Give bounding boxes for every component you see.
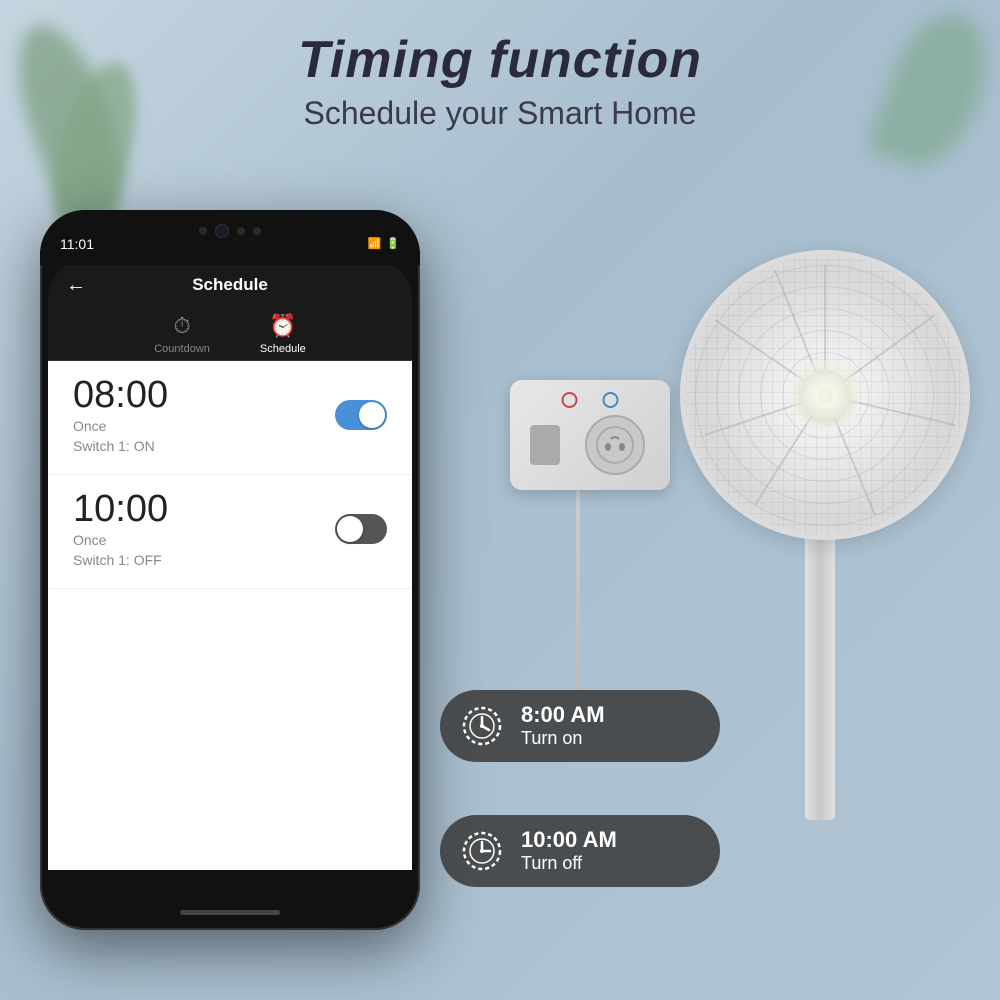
power-cord — [576, 490, 580, 690]
clock-icon-2 — [458, 827, 506, 875]
app-header: ← Schedule — [48, 260, 412, 305]
toggle-2[interactable] — [335, 514, 387, 544]
pill-time-1: 8:00 AM — [521, 703, 605, 727]
toggle-1[interactable] — [335, 400, 387, 430]
schedule-row-1: 08:00 Once Switch 1: ON — [73, 376, 387, 454]
socket-svg — [595, 425, 635, 465]
camera-dot-2 — [237, 227, 245, 235]
camera-area — [199, 224, 261, 238]
schedule-time-2: 10:00 Once Switch 1: OFF — [73, 490, 168, 568]
camera-dot-1 — [199, 227, 207, 235]
back-button[interactable]: ← — [66, 274, 86, 297]
pill-text-2: 10:00 AM Turn off — [521, 828, 617, 873]
switch-info-1: Switch 1: ON — [73, 438, 168, 454]
battery-icon: 🔋 — [386, 237, 400, 250]
schedule-item-1: 08:00 Once Switch 1: ON — [48, 361, 412, 475]
freq-2: Once — [73, 532, 168, 548]
clock-svg-2 — [460, 829, 504, 873]
clock-icon-1 — [458, 702, 506, 750]
plug-body — [510, 380, 670, 490]
pill-action-2: Turn off — [521, 853, 617, 874]
app-content: 08:00 Once Switch 1: ON 10:00 — [48, 361, 412, 870]
notification-turn-off: 10:00 AM Turn off — [440, 815, 720, 887]
schedule-time-1: 08:00 Once Switch 1: ON — [73, 376, 168, 454]
pill-text-1: 8:00 AM Turn on — [521, 703, 605, 748]
time-display-1: 08:00 — [73, 376, 168, 414]
status-icons: 📶 🔋 — [368, 237, 400, 250]
status-time: 11:01 — [60, 236, 94, 252]
wifi-icon: 📶 — [368, 237, 382, 250]
notification-turn-on: 8:00 AM Turn on — [440, 690, 720, 762]
plug-usb-port — [530, 425, 560, 465]
phone-body: 11:01 📶 🔋 ← Schedule ⏱ Countdown ⏰ — [40, 210, 420, 930]
schedule-row-2: 10:00 Once Switch 1: OFF — [73, 490, 387, 568]
freq-1: Once — [73, 418, 168, 434]
schedule-icon: ⏰ — [269, 313, 296, 339]
schedule-item-2: 10:00 Once Switch 1: OFF — [48, 475, 412, 589]
plug-socket — [585, 415, 645, 475]
phone: 11:01 📶 🔋 ← Schedule ⏱ Countdown ⏰ — [40, 210, 420, 930]
tab-countdown[interactable]: ⏱ Countdown — [154, 313, 210, 355]
indicator-red — [562, 392, 578, 408]
phone-home-bar — [180, 910, 280, 915]
toggle-knob-1 — [359, 402, 385, 428]
toggle-knob-2 — [337, 516, 363, 542]
plug-indicators — [562, 392, 619, 408]
page-title: Timing function — [0, 30, 1000, 90]
clock-svg-1 — [460, 704, 504, 748]
header: Timing function Schedule your Smart Home — [0, 30, 1000, 132]
app-title: Schedule — [192, 275, 268, 295]
page-subtitle: Schedule your Smart Home — [0, 95, 1000, 132]
camera-dot-3 — [253, 227, 261, 235]
countdown-icon: ⏱ — [173, 313, 190, 339]
phone-screen: ← Schedule ⏱ Countdown ⏰ Schedule — [48, 260, 412, 870]
tab-schedule-label: Schedule — [260, 343, 306, 355]
fan-container — [680, 250, 970, 540]
smart-plug — [510, 380, 670, 490]
indicator-blue — [603, 392, 619, 408]
camera-main — [215, 224, 229, 238]
tab-schedule[interactable]: ⏰ Schedule — [260, 313, 306, 355]
time-display-2: 10:00 — [73, 490, 168, 528]
switch-info-2: Switch 1: OFF — [73, 552, 168, 568]
fan-light — [790, 360, 860, 430]
tab-bar: ⏱ Countdown ⏰ Schedule — [48, 305, 412, 361]
fan-head — [680, 250, 970, 540]
pill-time-2: 10:00 AM — [521, 828, 617, 852]
pill-action-1: Turn on — [521, 728, 605, 749]
tab-countdown-label: Countdown — [154, 343, 210, 355]
